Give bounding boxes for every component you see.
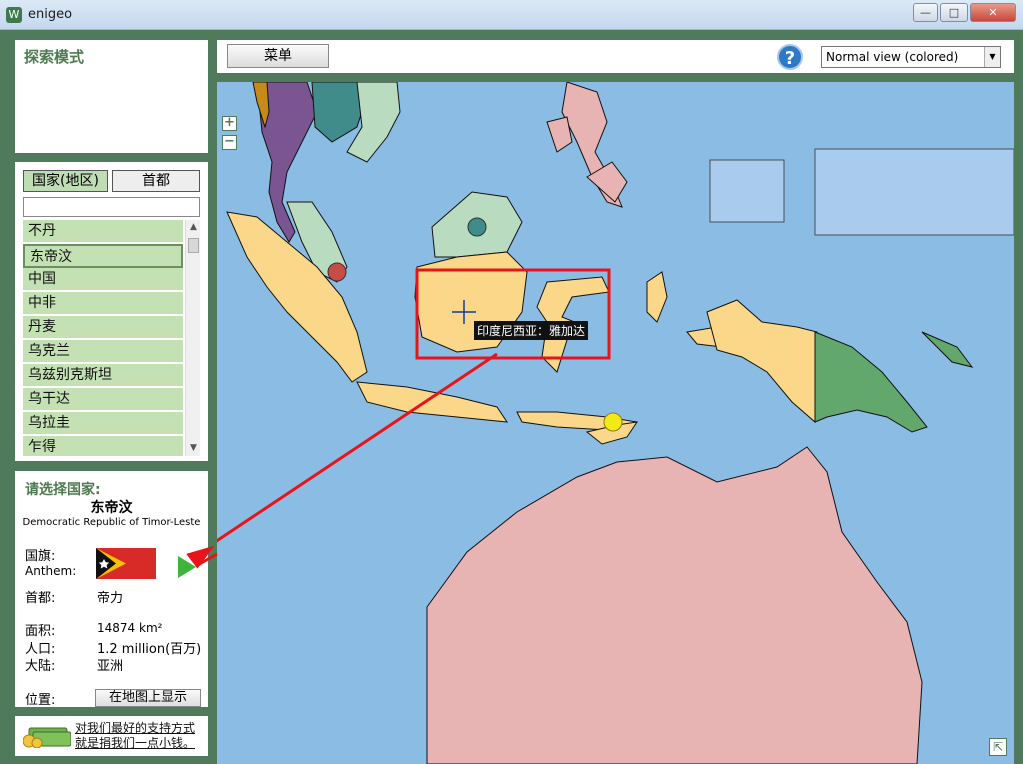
donate-link[interactable]: 对我们最好的支持方式 就是捐我们一点小钱。 xyxy=(75,721,195,751)
info-heading: 请选择国家: xyxy=(25,482,101,498)
list-item-selected[interactable]: 东帝汶 xyxy=(23,244,183,268)
list-item[interactable]: 丹麦 xyxy=(23,316,183,340)
title-bar: W enigeo — □ ✕ xyxy=(0,0,1023,30)
money-icon xyxy=(23,727,71,748)
scroll-up-icon[interactable]: ▲ xyxy=(186,220,201,235)
location-label: 位置: xyxy=(25,693,56,708)
view-select[interactable]: Normal view (colored) ▼ xyxy=(821,46,1001,68)
expand-icon[interactable]: ⇱ xyxy=(989,738,1007,756)
play-anthem-icon[interactable] xyxy=(178,556,196,578)
donate-line-2: 就是捐我们一点小钱。 xyxy=(75,736,196,750)
tab-countries[interactable]: 国家(地区) xyxy=(23,170,108,192)
map-papua-indonesia xyxy=(706,299,818,424)
donate-line-1: 对我们最好的支持方式 xyxy=(75,721,196,735)
map-cambodia-vietnam xyxy=(311,82,366,143)
country-info-panel: 请选择国家: 东帝汶 Democratic Republic of Timor-… xyxy=(15,471,208,708)
minimize-button[interactable]: — xyxy=(913,3,938,22)
map-sumatra xyxy=(226,211,368,383)
flag-label: 国旗: xyxy=(25,549,56,564)
area-value: 14874 km² xyxy=(97,621,163,635)
close-button[interactable]: ✕ xyxy=(970,3,1016,22)
map-australia xyxy=(426,446,923,764)
list-item[interactable]: 乌拉圭 xyxy=(23,412,183,436)
anthem-label: Anthem: xyxy=(25,564,77,578)
maximize-button[interactable]: □ xyxy=(940,3,968,22)
scroll-down-icon[interactable]: ▼ xyxy=(186,441,201,456)
list-item[interactable]: 乍得 xyxy=(23,436,183,456)
list-scrollbar[interactable]: ▲ ▼ xyxy=(185,220,200,456)
window-title: enigeo xyxy=(28,7,73,22)
list-item[interactable]: 乌克兰 xyxy=(23,340,183,364)
timor-capital-marker xyxy=(603,412,623,432)
zoom-out-button[interactable]: − xyxy=(222,135,237,150)
map-java xyxy=(356,381,509,423)
capital-label: 首都: xyxy=(25,591,56,606)
scroll-thumb[interactable] xyxy=(188,238,199,253)
list-item[interactable]: 乌兹别克斯坦 xyxy=(23,364,183,388)
area-label: 面积: xyxy=(25,624,56,639)
mode-label: 探索模式 xyxy=(24,48,85,66)
map-tooltip: 印度尼西亚：雅加达 xyxy=(474,321,589,340)
menu-button[interactable]: 菜单 xyxy=(227,44,329,68)
country-name: 东帝汶 xyxy=(90,500,133,516)
capital-marker xyxy=(327,262,347,282)
tab-capitals[interactable]: 首都 xyxy=(112,170,200,192)
map-papua-new-guinea xyxy=(814,331,928,433)
help-icon[interactable]: ? xyxy=(777,44,803,70)
donate-panel: 对我们最好的支持方式 就是捐我们一点小钱。 xyxy=(15,716,208,756)
continent-value: 亚洲 xyxy=(97,659,124,674)
capital-value: 帝力 xyxy=(97,591,124,606)
toolbar: 菜单 ? Normal view (colored) ▼ xyxy=(217,40,1014,73)
app-icon: W xyxy=(6,7,22,23)
country-list: 不丹 东帝汶 中国 中非 丹麦 乌克兰 乌兹别克斯坦 乌干达 乌拉圭 乍得 xyxy=(23,220,183,456)
country-list-panel: 国家(地区) 首都 不丹 东帝汶 中国 中非 丹麦 乌克兰 乌兹别克斯坦 乌干达… xyxy=(15,162,208,461)
flag-image xyxy=(96,548,156,579)
annotation-arrow xyxy=(217,352,498,543)
zoom-in-button[interactable]: + xyxy=(222,116,237,131)
list-item[interactable]: 中国 xyxy=(23,268,183,292)
list-item[interactable]: 中非 xyxy=(23,292,183,316)
show-on-map-button[interactable]: 在地图上显示 xyxy=(95,689,201,707)
map-view[interactable]: 印度尼西亚：雅加达 + − ⇱ xyxy=(217,82,1014,764)
list-item[interactable]: 不丹 xyxy=(23,220,183,244)
continent-label: 大陆: xyxy=(25,659,56,674)
chevron-down-icon[interactable]: ▼ xyxy=(984,47,1000,67)
mode-panel: 探索模式 xyxy=(15,40,208,153)
official-name: Democratic Republic of Timor-Leste xyxy=(22,517,201,528)
capital-marker xyxy=(467,217,487,237)
search-input[interactable] xyxy=(23,197,200,217)
view-select-value: Normal view (colored) xyxy=(826,50,959,64)
list-item[interactable]: 乌干达 xyxy=(23,388,183,412)
